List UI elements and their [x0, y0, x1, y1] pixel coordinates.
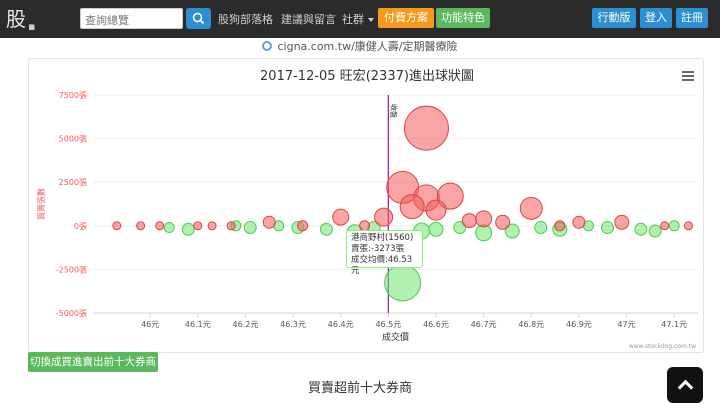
bubble-point: [262, 215, 276, 229]
ad-icon: [262, 41, 273, 51]
y-tick-label: 2500張: [59, 178, 87, 187]
y-tick-label: 0張: [74, 222, 87, 231]
bubble-point: [554, 220, 566, 232]
nav-community[interactable]: 社群: [342, 11, 374, 27]
bubble-point: [319, 222, 333, 236]
chart-credit: www.stockdog.com.tw: [629, 343, 696, 350]
search-icon: [192, 12, 205, 25]
y-tick-label: 7500張: [59, 91, 87, 100]
x-axis-title: 成交價: [382, 331, 409, 343]
bubble-point: [112, 221, 122, 231]
chart-plot: 7500張 5000張 2500張 0張 -2500張 -5000張 46元 46.1元 46.…: [36, 91, 698, 350]
y-tick-label: -5000張: [56, 309, 87, 318]
scroll-top-button[interactable]: [667, 367, 703, 403]
mobile-button[interactable]: 行動版: [592, 8, 636, 28]
y-axis-title: 買賣張數: [36, 188, 46, 220]
bubble-point: [614, 214, 630, 230]
x-tick-label: 46.6元: [423, 320, 449, 329]
bubble-point: [399, 194, 425, 220]
bubble-point: [461, 213, 477, 229]
bubble-point: [683, 221, 693, 231]
bubble-point: [163, 222, 175, 234]
search-button[interactable]: [186, 8, 211, 29]
tooltip-average: 成交均價:46.53元: [351, 255, 413, 276]
x-tick-label: 46.9元: [566, 320, 592, 329]
logo-text: 股: [6, 7, 26, 31]
logo[interactable]: 股 ▪: [6, 4, 36, 34]
bubble-point: [374, 207, 394, 227]
nav-feedback[interactable]: 建議與留言: [281, 11, 336, 27]
x-tick-label: 47.1元: [661, 320, 687, 329]
bubble-point: [634, 222, 648, 236]
bubble-point: [136, 221, 146, 231]
x-tick-label: 46元: [141, 320, 159, 329]
bubble-point: [495, 214, 511, 230]
nav-community-label: 社群: [342, 13, 364, 26]
login-button[interactable]: 登入: [640, 8, 672, 28]
bubble-point: [668, 220, 680, 232]
switch-brokers-button[interactable]: 切換成買進賣出前十大券商: [28, 352, 158, 372]
y-tick-label: -2500張: [56, 265, 87, 274]
chevron-down-icon: [368, 18, 374, 22]
chart-tooltip: 港商野村(1560) 賣張:-3273張 成交均價:46.53元: [346, 230, 423, 276]
features-button[interactable]: 功能特色: [436, 8, 490, 28]
y-tick-label: 5000張: [59, 135, 87, 144]
bubble-point: [519, 196, 543, 220]
top-navbar: 股 ▪ 查詢總覽 股狗部落格 建議與留言 社群 付費方案 功能特色 行動版 登入…: [0, 0, 720, 38]
ad-link[interactable]: cigna.com.tw/康健人壽/定期醫療險: [0, 37, 720, 57]
register-button[interactable]: 註冊: [676, 8, 708, 28]
bubble-point: [297, 220, 309, 232]
bubble-point: [475, 210, 493, 228]
bubble-point: [600, 221, 614, 235]
x-tick-label: 46.8元: [518, 320, 544, 329]
search-input[interactable]: 查詢總覽: [80, 8, 183, 29]
bubble-point: [660, 221, 670, 231]
bubble-point: [181, 222, 195, 236]
bubble-point: [425, 199, 447, 221]
x-tick-label: 46.1元: [185, 320, 211, 329]
bubble-point: [534, 221, 548, 235]
x-tick-label: 46.5元: [375, 320, 401, 329]
x-tick-label: 46.2元: [233, 320, 259, 329]
tooltip-volume: 賣張:-3273張: [351, 244, 405, 254]
bubble-point: [226, 221, 236, 231]
bubble-point: [155, 221, 165, 231]
x-tick-label: 46.3元: [280, 320, 306, 329]
paid-plan-button[interactable]: 付費方案: [378, 8, 434, 28]
x-tick-label: 46.4元: [328, 320, 354, 329]
section-title: 買賣超前十大券商: [307, 381, 412, 396]
x-tick-label: 47元: [617, 320, 635, 329]
bubble-point: [207, 221, 217, 231]
ad-text: cigna.com.tw/康健人壽/定期醫療險: [277, 40, 458, 53]
tooltip-broker: 港商野村(1560): [351, 233, 414, 243]
bubble-point: [428, 221, 444, 237]
bubble-point: [403, 105, 449, 151]
nav-blog[interactable]: 股狗部落格: [218, 11, 273, 27]
close-price-label: 收盤: [389, 104, 398, 118]
bubble-point: [648, 224, 662, 238]
x-tick-label: 46.7元: [471, 320, 497, 329]
bubble-point: [572, 215, 586, 229]
bubble-point: [243, 221, 257, 235]
bubble-point: [332, 208, 350, 226]
bubble-point: [193, 221, 203, 231]
